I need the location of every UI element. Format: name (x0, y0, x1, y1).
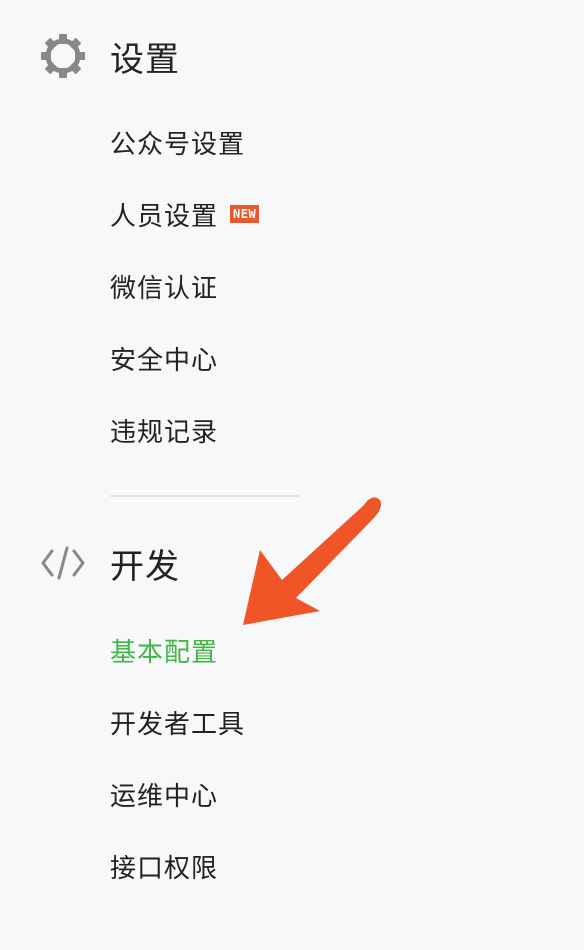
section-dev-title: 开发 (110, 546, 180, 587)
menu-item-label: 公众号设置 (110, 129, 246, 160)
menu-item-label: 开发者工具 (110, 709, 246, 740)
menu-item-label: 接口权限 (110, 853, 219, 884)
sidebar: 设置 公众号设置 人员设置 NEW 微信认证 安全中心 违规记录 开发 基本配置 (0, 0, 584, 950)
annotation-arrow-icon (243, 497, 381, 625)
section-settings-title: 设置 (110, 39, 180, 80)
menu-item-label: 微信认证 (110, 273, 219, 304)
menu-item-ops-center[interactable]: 运维中心 (110, 774, 218, 814)
menu-item-violation-records[interactable]: 违规记录 (110, 410, 218, 450)
menu-item-label: 基本配置 (110, 637, 219, 668)
code-icon (40, 540, 86, 586)
menu-item-api-permissions[interactable]: 接口权限 (110, 846, 218, 886)
menu-item-label: 安全中心 (110, 345, 219, 376)
gear-icon (40, 33, 86, 79)
menu-item-member-settings[interactable]: 人员设置 NEW (110, 194, 260, 234)
menu-item-developer-tools[interactable]: 开发者工具 (110, 702, 245, 742)
menu-item-wechat-verification[interactable]: 微信认证 (110, 266, 218, 306)
section-divider (110, 495, 300, 497)
menu-item-basic-config[interactable]: 基本配置 (110, 630, 218, 670)
section-dev-header: 开发 (40, 539, 180, 587)
new-badge: NEW (230, 205, 260, 223)
menu-item-label: 运维中心 (110, 781, 219, 812)
menu-item-label: 人员设置 (110, 201, 219, 232)
section-settings-header: 设置 (40, 32, 180, 80)
menu-item-account-settings[interactable]: 公众号设置 (110, 122, 245, 162)
menu-item-security-center[interactable]: 安全中心 (110, 338, 218, 378)
menu-item-label: 违规记录 (110, 417, 219, 448)
